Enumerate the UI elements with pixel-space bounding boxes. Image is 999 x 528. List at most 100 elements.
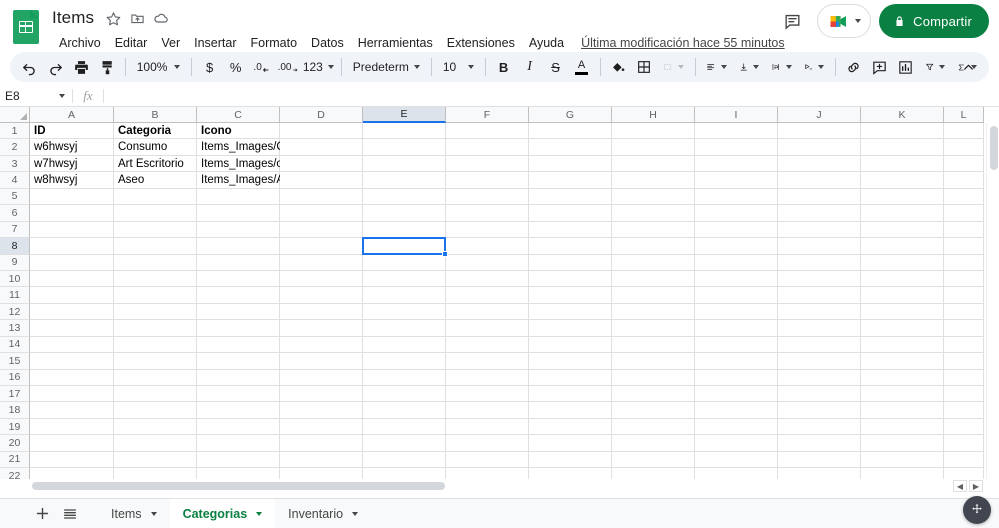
cell-A11[interactable]	[30, 287, 114, 303]
cell-L19[interactable]	[944, 419, 984, 435]
cell-F16[interactable]	[446, 370, 529, 386]
cell-K7[interactable]	[861, 222, 944, 238]
cell-K1[interactable]	[861, 123, 944, 139]
cell-K8[interactable]	[861, 238, 944, 254]
cell-J20[interactable]	[778, 435, 861, 451]
link-icon[interactable]	[841, 55, 867, 79]
add-sheet-icon[interactable]	[28, 500, 56, 528]
share-button[interactable]: Compartir	[879, 4, 989, 38]
cell-J21[interactable]	[778, 452, 861, 468]
cell-H15[interactable]	[612, 353, 695, 369]
strikethrough-button[interactable]: S	[543, 55, 569, 79]
cell-G12[interactable]	[529, 304, 612, 320]
cell-F8[interactable]	[446, 238, 529, 254]
cell-H5[interactable]	[612, 189, 695, 205]
cell-H4[interactable]	[612, 172, 695, 188]
cell-H12[interactable]	[612, 304, 695, 320]
vertical-align-icon[interactable]	[733, 55, 765, 79]
cell-L5[interactable]	[944, 189, 984, 205]
cell-K5[interactable]	[861, 189, 944, 205]
cell-H6[interactable]	[612, 205, 695, 221]
cell-I18[interactable]	[695, 402, 778, 418]
cell-B19[interactable]	[114, 419, 197, 435]
cell-C3[interactable]: Items_Images/oficina.png	[197, 156, 280, 172]
cell-K12[interactable]	[861, 304, 944, 320]
cell-K13[interactable]	[861, 320, 944, 336]
cell-J10[interactable]	[778, 271, 861, 287]
cell-F5[interactable]	[446, 189, 529, 205]
sheet-tab-items[interactable]: Items	[98, 499, 170, 528]
cell-E4[interactable]	[363, 172, 446, 188]
select-all-corner[interactable]	[0, 107, 30, 123]
cell-B15[interactable]	[114, 353, 197, 369]
cell-H13[interactable]	[612, 320, 695, 336]
cell-D12[interactable]	[280, 304, 363, 320]
cell-D11[interactable]	[280, 287, 363, 303]
cell-J14[interactable]	[778, 337, 861, 353]
cell-G10[interactable]	[529, 271, 612, 287]
cell-D21[interactable]	[280, 452, 363, 468]
cell-F10[interactable]	[446, 271, 529, 287]
cell-I17[interactable]	[695, 386, 778, 402]
cell-J9[interactable]	[778, 255, 861, 271]
cell-L7[interactable]	[944, 222, 984, 238]
paint-format-icon[interactable]	[94, 55, 120, 79]
cell-J7[interactable]	[778, 222, 861, 238]
document-title[interactable]: Items	[52, 7, 102, 29]
cell-F12[interactable]	[446, 304, 529, 320]
cell-A20[interactable]	[30, 435, 114, 451]
cell-G4[interactable]	[529, 172, 612, 188]
cell-I16[interactable]	[695, 370, 778, 386]
cell-I10[interactable]	[695, 271, 778, 287]
row-header-2[interactable]: 2	[0, 139, 30, 155]
cell-J15[interactable]	[778, 353, 861, 369]
column-header-e[interactable]: E	[363, 107, 446, 123]
cell-L15[interactable]	[944, 353, 984, 369]
cell-F18[interactable]	[446, 402, 529, 418]
cell-A1[interactable]: ID	[30, 123, 114, 139]
cell-C20[interactable]	[197, 435, 280, 451]
cell-D14[interactable]	[280, 337, 363, 353]
cell-D19[interactable]	[280, 419, 363, 435]
cell-A6[interactable]	[30, 205, 114, 221]
cell-G2[interactable]	[529, 139, 612, 155]
cell-K14[interactable]	[861, 337, 944, 353]
column-header-h[interactable]: H	[612, 107, 695, 123]
percent-format-button[interactable]: %	[223, 55, 249, 79]
cell-J3[interactable]	[778, 156, 861, 172]
cell-E3[interactable]	[363, 156, 446, 172]
cell-F7[interactable]	[446, 222, 529, 238]
cell-A14[interactable]	[30, 337, 114, 353]
cell-B7[interactable]	[114, 222, 197, 238]
cell-L11[interactable]	[944, 287, 984, 303]
cell-K15[interactable]	[861, 353, 944, 369]
cell-A8[interactable]	[30, 238, 114, 254]
star-icon[interactable]	[102, 7, 124, 29]
cell-I11[interactable]	[695, 287, 778, 303]
cell-H16[interactable]	[612, 370, 695, 386]
horizontal-scrollbar[interactable]: ◀ ▶	[0, 479, 999, 493]
cell-A12[interactable]	[30, 304, 114, 320]
column-header-c[interactable]: C	[197, 107, 280, 123]
cell-E2[interactable]	[363, 139, 446, 155]
currency-format-button[interactable]: $	[197, 55, 223, 79]
cell-I6[interactable]	[695, 205, 778, 221]
cell-C5[interactable]	[197, 189, 280, 205]
cell-F21[interactable]	[446, 452, 529, 468]
cell-B20[interactable]	[114, 435, 197, 451]
row-header-10[interactable]: 10	[0, 271, 30, 287]
cell-I20[interactable]	[695, 435, 778, 451]
cell-A4[interactable]: w8hwsyj	[30, 172, 114, 188]
cell-I8[interactable]	[695, 238, 778, 254]
cell-G13[interactable]	[529, 320, 612, 336]
cell-C9[interactable]	[197, 255, 280, 271]
cell-B13[interactable]	[114, 320, 197, 336]
cell-J4[interactable]	[778, 172, 861, 188]
cell-D17[interactable]	[280, 386, 363, 402]
cell-D16[interactable]	[280, 370, 363, 386]
cell-J16[interactable]	[778, 370, 861, 386]
cell-H20[interactable]	[612, 435, 695, 451]
cell-L3[interactable]	[944, 156, 984, 172]
cell-K20[interactable]	[861, 435, 944, 451]
cell-C7[interactable]	[197, 222, 280, 238]
